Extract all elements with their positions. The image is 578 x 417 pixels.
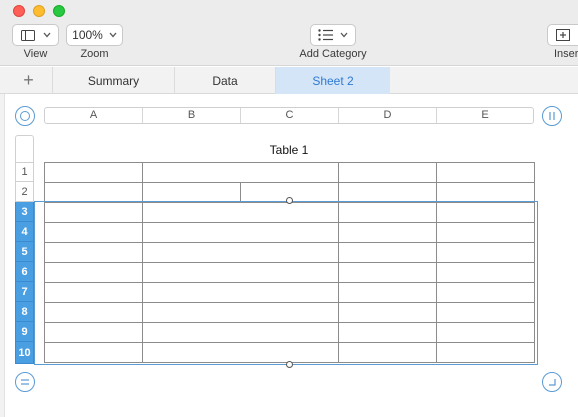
resize-table-handle[interactable] [542, 372, 562, 392]
view-label: View [23, 48, 48, 60]
list-icon [318, 29, 333, 41]
insert-button[interactable] [547, 24, 578, 46]
row-header-4[interactable]: 4 [15, 222, 34, 242]
grid-line [44, 182, 535, 183]
add-rows-handle[interactable] [15, 372, 35, 392]
row-header-6[interactable]: 6 [15, 262, 34, 282]
toolbar: View 100% Zoom Add Category Inser [0, 0, 578, 66]
zoom-window-button[interactable] [53, 5, 65, 17]
row-header-9[interactable]: 9 [15, 322, 34, 342]
column-header-a[interactable]: A [45, 108, 143, 123]
row-header-10[interactable]: 10 [15, 342, 34, 364]
row-header-3[interactable]: 3 [15, 202, 34, 222]
close-window-button[interactable] [13, 5, 25, 17]
selection-top-handle[interactable] [286, 197, 293, 204]
column-header-c[interactable]: C [241, 108, 339, 123]
numbers-window: View 100% Zoom Add Category Inser + Summ… [0, 0, 578, 417]
add-category-button[interactable] [310, 24, 356, 46]
grid-line [240, 182, 241, 202]
tab-summary[interactable]: Summary [53, 67, 175, 94]
row-header-5[interactable]: 5 [15, 242, 34, 262]
insert-label: Insert [554, 48, 578, 60]
row-header-7[interactable]: 7 [15, 282, 34, 302]
row-selection-outline [34, 201, 538, 365]
add-category-label: Add Category [299, 48, 367, 60]
column-header-b[interactable]: B [143, 108, 241, 123]
column-header-bar: A B C D E [44, 107, 534, 124]
column-header-d[interactable]: D [339, 108, 437, 123]
zoom-value: 100% [72, 28, 103, 42]
view-button[interactable] [12, 24, 59, 46]
chevron-down-icon [43, 32, 50, 38]
row-header-8[interactable]: 8 [15, 302, 34, 322]
sheet-tab-bar: + Summary Data Sheet 2 [0, 67, 578, 94]
add-sheet-button[interactable]: + [5, 67, 53, 94]
tab-sheet-2[interactable]: Sheet 2 [276, 67, 390, 94]
chevron-down-icon [109, 32, 117, 38]
row-header-2[interactable]: 2 [15, 182, 34, 202]
zoom-select[interactable]: 100% [66, 24, 123, 46]
add-columns-handle[interactable] [542, 106, 562, 126]
row-header-corner [15, 135, 34, 163]
column-handle-icon [549, 112, 555, 120]
insert-table-icon [556, 29, 570, 41]
tab-data[interactable]: Data [175, 67, 276, 94]
row-handle-icon [21, 379, 29, 385]
sidebar-view-icon [20, 29, 35, 41]
column-header-e[interactable]: E [437, 108, 533, 123]
row-header-1[interactable]: 1 [15, 162, 34, 182]
zoom-label: Zoom [80, 48, 109, 60]
chevron-down-icon [340, 32, 348, 38]
table-title[interactable]: Table 1 [44, 143, 534, 157]
minimize-window-button[interactable] [33, 5, 45, 17]
select-table-button[interactable] [15, 106, 35, 126]
circle-icon [20, 111, 30, 121]
resize-corner-icon [549, 379, 556, 386]
selection-bottom-handle[interactable] [286, 361, 293, 368]
grid-line [44, 162, 535, 163]
